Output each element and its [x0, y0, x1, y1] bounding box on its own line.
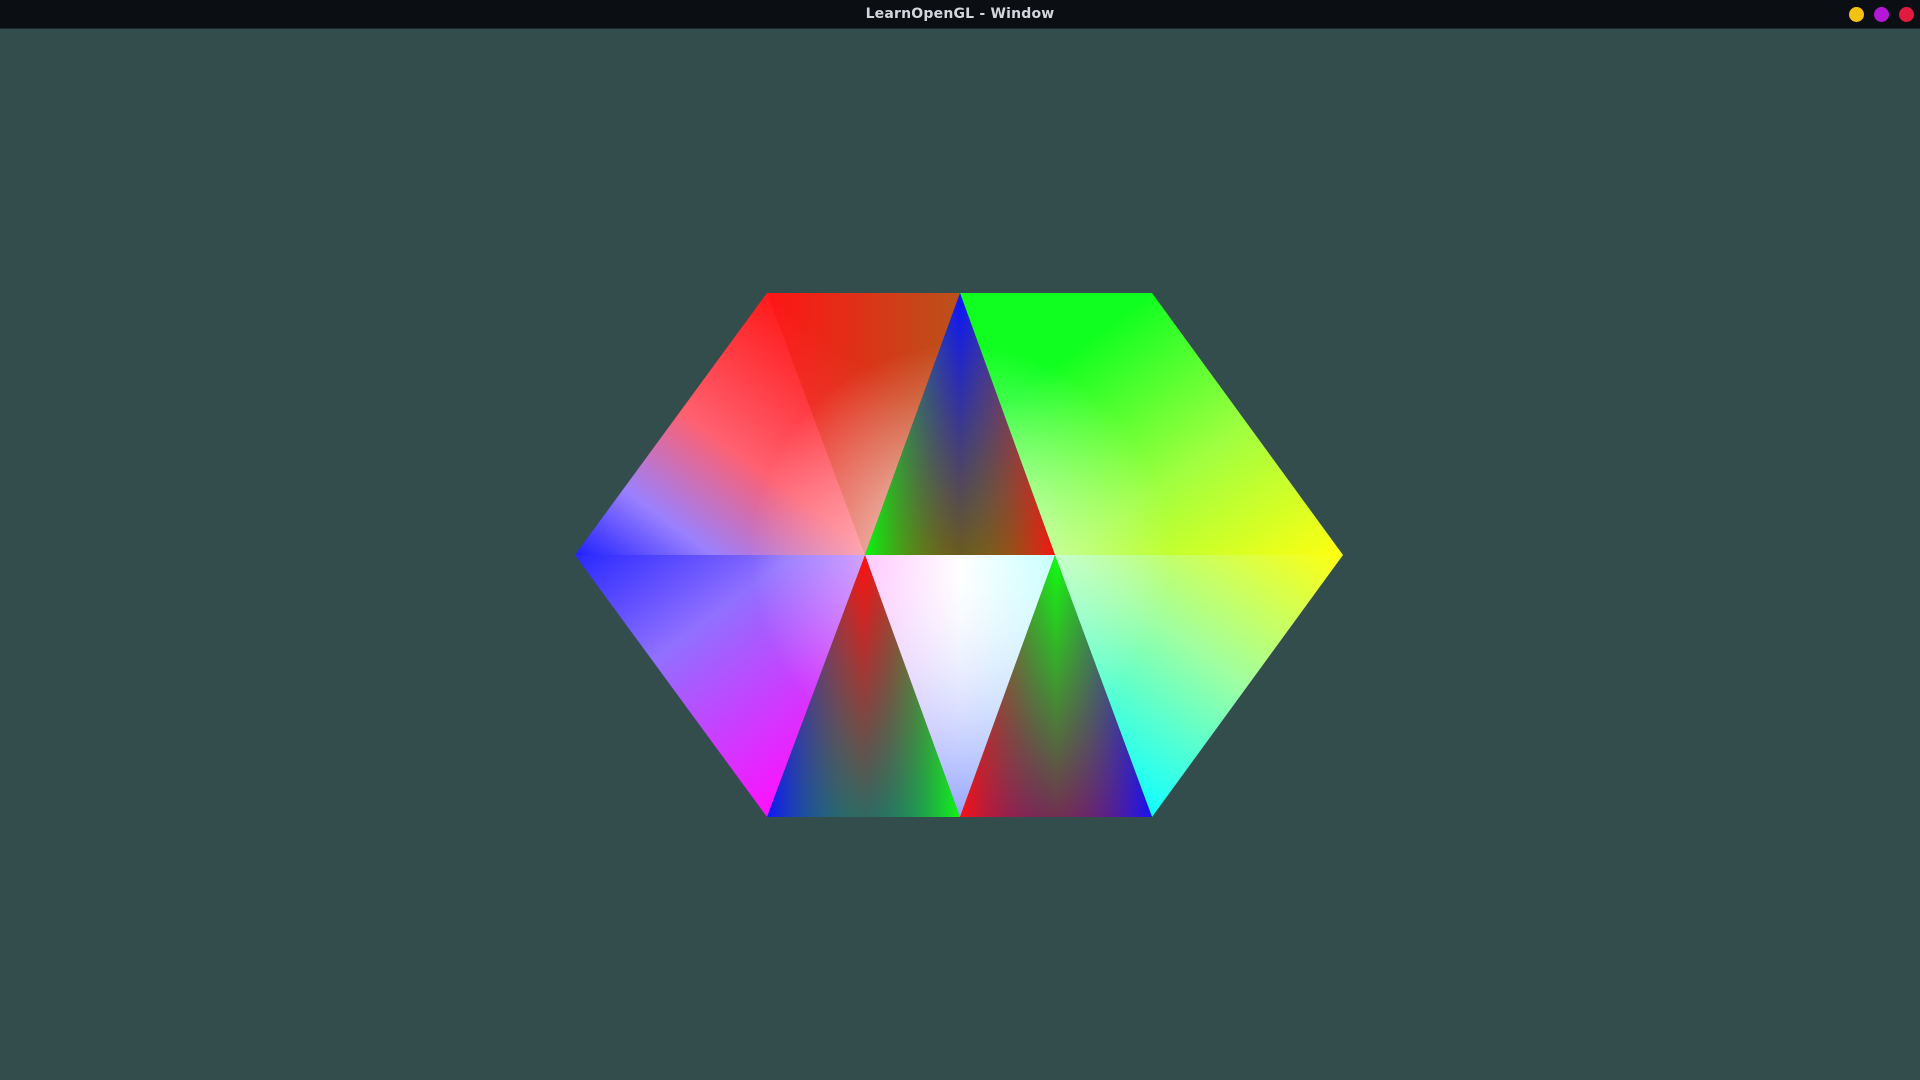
window-controls — [1849, 7, 1914, 23]
opengl-viewport — [0, 29, 1920, 1080]
minimize-button[interactable] — [1849, 7, 1864, 22]
app-window: LearnOpenGL - Window — [0, 0, 1920, 1080]
title-bar[interactable]: LearnOpenGL - Window — [0, 0, 1920, 29]
maximize-button[interactable] — [1874, 7, 1889, 22]
window-title: LearnOpenGL - Window — [865, 6, 1055, 22]
close-button[interactable] — [1899, 7, 1914, 22]
rendered-scene — [575, 293, 1343, 817]
